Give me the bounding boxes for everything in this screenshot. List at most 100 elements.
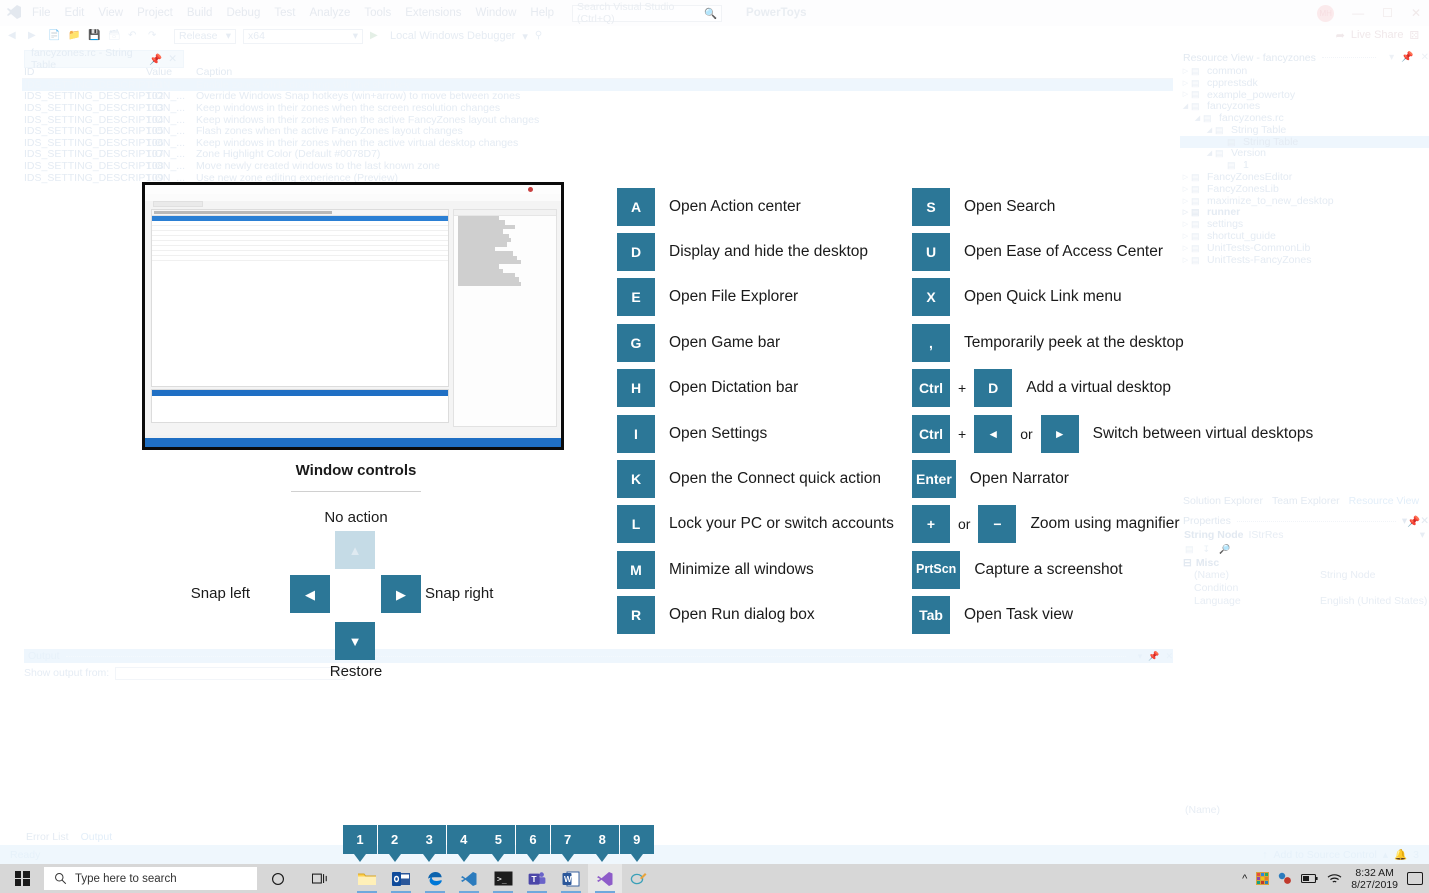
key-joiner: + bbox=[958, 380, 966, 396]
shortcut-row: HOpen Dictation bar bbox=[617, 366, 894, 411]
key-r[interactable]: R bbox=[617, 596, 655, 634]
shortcut-label: Open Action center bbox=[669, 198, 801, 216]
arrow-down-icon[interactable]: ▼ bbox=[335, 622, 375, 660]
key-prt-scn[interactable]: PrtScn bbox=[912, 551, 960, 589]
taskbar-number-badge[interactable]: 2 bbox=[378, 825, 412, 854]
key-x[interactable]: X bbox=[912, 278, 950, 316]
key-u[interactable]: U bbox=[912, 233, 950, 271]
key-k[interactable]: K bbox=[617, 460, 655, 498]
thumbnail-body bbox=[145, 201, 561, 435]
edge-icon[interactable] bbox=[418, 864, 452, 893]
key-m[interactable]: M bbox=[617, 551, 655, 589]
key-tab[interactable]: Tab bbox=[912, 596, 950, 634]
key-+[interactable]: + bbox=[912, 505, 950, 543]
thumbnail-output-panel bbox=[151, 389, 449, 423]
key-joiner: or bbox=[1020, 426, 1032, 442]
teams-icon[interactable]: T bbox=[520, 864, 554, 893]
window-control-left-label: Snap left bbox=[160, 585, 250, 602]
taskbar-number-badge[interactable]: 7 bbox=[551, 825, 585, 854]
outlook-icon[interactable] bbox=[384, 864, 418, 893]
shortcut-label: Open Search bbox=[964, 198, 1055, 216]
shortcut-label: Open the Connect quick action bbox=[669, 470, 881, 488]
colorpicker-tray-icon[interactable] bbox=[1256, 872, 1269, 885]
shortcut-label: Minimize all windows bbox=[669, 561, 814, 579]
shortcut-label: Open Ease of Access Center bbox=[964, 243, 1163, 261]
shortcut-row: PrtScn Capture a screenshot bbox=[912, 547, 1313, 592]
shortcut-row: Tab Open Task view bbox=[912, 593, 1313, 638]
shortcut-row: ROpen Run dialog box bbox=[617, 593, 894, 638]
arrow-up-icon[interactable]: ▲ bbox=[335, 531, 375, 569]
shortcut-label: Open Narrator bbox=[970, 470, 1069, 488]
window-control-right-label: Snap right bbox=[425, 585, 545, 602]
thumbnail-string-grid bbox=[151, 209, 449, 387]
powertoys-tray-icon[interactable] bbox=[1278, 872, 1292, 885]
shortcut-list-left: AOpen Action centerDDisplay and hide the… bbox=[617, 184, 894, 638]
word-icon[interactable]: W bbox=[554, 864, 588, 893]
arrow-left-icon[interactable]: ◀ bbox=[290, 575, 330, 613]
thumbnail-toolbar bbox=[145, 194, 561, 201]
shortcut-label: Add a virtual desktop bbox=[1026, 379, 1171, 397]
paint3d-icon[interactable] bbox=[622, 864, 656, 893]
shortcut-row: Ctrl + ◄ or ► Switch between virtual desktops bbox=[912, 411, 1313, 456]
clock[interactable]: 8:32 AM 8/27/2019 bbox=[1351, 867, 1398, 891]
svg-text:>_: >_ bbox=[497, 875, 507, 884]
taskbar-number-badge[interactable]: 4 bbox=[447, 825, 481, 854]
window-control-down-label: Restore bbox=[216, 663, 496, 680]
shortcut-list-right: S Open Search U Open Ease of Access Center X… bbox=[912, 184, 1313, 638]
wifi-icon[interactable] bbox=[1327, 873, 1342, 885]
key-arrow-right-key[interactable]: ► bbox=[1041, 415, 1079, 453]
taskbar-number-badge[interactable]: 3 bbox=[412, 825, 446, 854]
chevron-up-icon[interactable]: ^ bbox=[1242, 873, 1247, 885]
shortcut-label: Switch between virtual desktops bbox=[1093, 425, 1314, 443]
action-center-icon[interactable] bbox=[1407, 872, 1423, 885]
shortcut-row: ,Temporarily peek at the desktop bbox=[912, 320, 1313, 365]
key-−[interactable]: − bbox=[978, 505, 1016, 543]
key-ctrl[interactable]: Ctrl bbox=[912, 369, 950, 407]
key-,[interactable]: , bbox=[912, 324, 950, 362]
taskbar-number-badge[interactable]: 8 bbox=[585, 825, 619, 854]
taskbar-number-badge[interactable]: 9 bbox=[620, 825, 654, 854]
taskbar-number-badge[interactable]: 5 bbox=[481, 825, 515, 854]
search-placeholder: Type here to search bbox=[75, 873, 177, 885]
key-arrow-left-key[interactable]: ◄ bbox=[974, 415, 1012, 453]
key-d[interactable]: D bbox=[974, 369, 1012, 407]
vscode-icon[interactable] bbox=[452, 864, 486, 893]
taskbar-number-badge[interactable]: 1 bbox=[343, 825, 377, 854]
thumbnail-editor-tab bbox=[153, 201, 203, 207]
file-explorer-icon[interactable] bbox=[350, 864, 384, 893]
key-joiner: + bbox=[958, 426, 966, 442]
thumbnail-close-dot bbox=[528, 187, 533, 192]
key-e[interactable]: E bbox=[617, 278, 655, 316]
shortcut-label: Capture a screenshot bbox=[974, 561, 1122, 579]
thumbnail-content bbox=[145, 185, 561, 447]
windows-start-icon[interactable] bbox=[0, 864, 44, 893]
task-view-icon[interactable] bbox=[299, 864, 341, 893]
search-input[interactable]: Type here to search bbox=[44, 867, 257, 890]
key-d[interactable]: D bbox=[617, 233, 655, 271]
visual-studio-icon[interactable] bbox=[588, 864, 622, 893]
thumbnail-title-bar bbox=[145, 185, 561, 194]
window-thumbnail-preview bbox=[142, 182, 564, 450]
shortcut-label: Open Task view bbox=[964, 606, 1073, 624]
shortcut-row: LLock your PC or switch accounts bbox=[617, 502, 894, 547]
key-enter[interactable]: Enter bbox=[912, 460, 956, 498]
key-l[interactable]: L bbox=[617, 505, 655, 543]
key-g[interactable]: G bbox=[617, 324, 655, 362]
taskbar-number-badge[interactable]: 6 bbox=[516, 825, 550, 854]
shortcut-row: M Minimize all windows bbox=[617, 547, 894, 592]
window-controls-divider bbox=[291, 491, 421, 492]
key-ctrl[interactable]: Ctrl bbox=[912, 415, 950, 453]
thumbnail-output-header bbox=[152, 390, 448, 396]
shortcut-row: GOpen Game bar bbox=[617, 320, 894, 365]
window-control-up-label: No action bbox=[216, 509, 496, 526]
cortana-circle-icon[interactable] bbox=[257, 864, 299, 893]
arrow-right-icon[interactable]: ▶ bbox=[381, 575, 421, 613]
shortcut-row: A Open Action center bbox=[617, 184, 894, 229]
key-i[interactable]: I bbox=[617, 415, 655, 453]
battery-icon[interactable] bbox=[1301, 873, 1318, 884]
terminal-icon[interactable]: >_ bbox=[486, 864, 520, 893]
taskbar-number-badges: 123456789 bbox=[0, 825, 1429, 865]
key-a[interactable]: A bbox=[617, 188, 655, 226]
key-h[interactable]: H bbox=[617, 369, 655, 407]
key-s[interactable]: S bbox=[912, 188, 950, 226]
